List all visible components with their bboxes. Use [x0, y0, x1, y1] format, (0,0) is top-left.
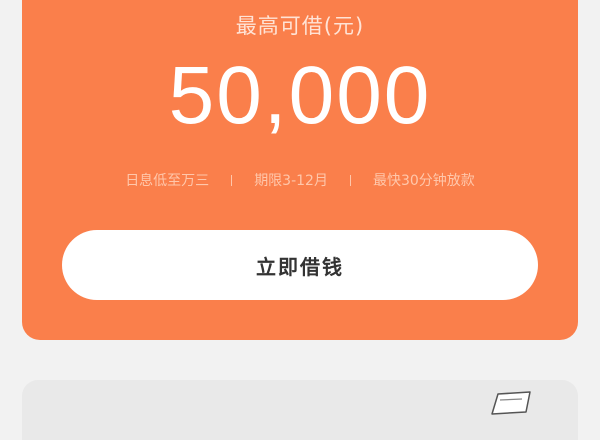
loan-card-title: 最高可借(元) [235, 14, 365, 38]
feature-disbursement-speed: 最快30分钟放款 [372, 173, 475, 189]
paper-note-icon [491, 391, 531, 415]
feature-divider [231, 174, 233, 186]
next-card[interactable] [22, 380, 578, 440]
borrow-now-button[interactable]: 立即借钱 [62, 230, 538, 300]
max-loan-amount: 50,000 [168, 50, 432, 141]
feature-daily-interest: 日息低至万三 [125, 173, 210, 189]
loan-features: 日息低至万三 期限3-12月 最快30分钟放款 [22, 170, 578, 190]
loan-card: 最高可借(元) 50,000 日息低至万三 期限3-12月 最快30分钟放款 立… [22, 0, 578, 340]
feature-loan-term: 期限3-12月 [254, 173, 328, 189]
feature-divider [349, 174, 351, 186]
